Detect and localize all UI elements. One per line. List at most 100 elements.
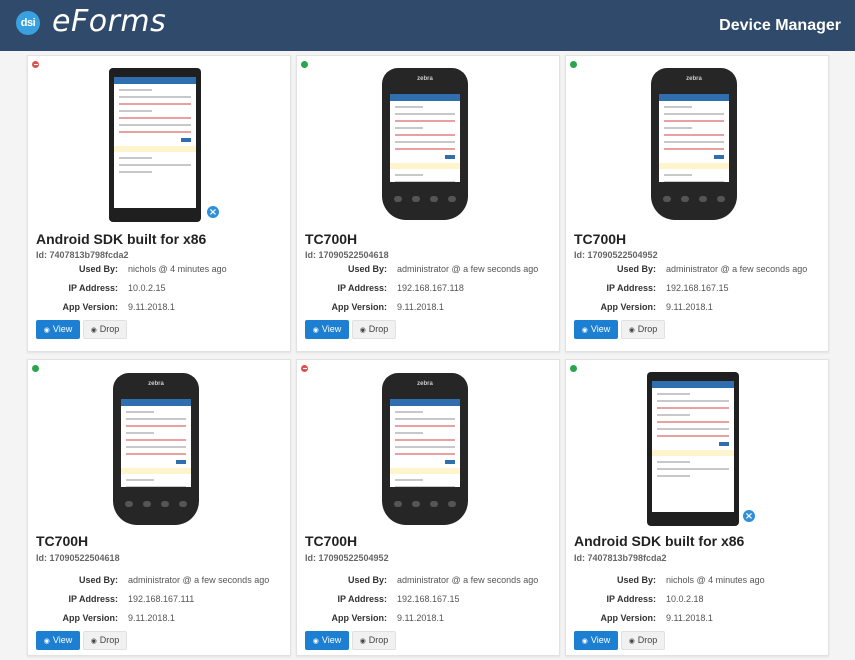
used-by-label: Used By: <box>347 575 387 585</box>
view-button[interactable]: ◉ View <box>36 631 80 650</box>
used-by-label: Used By: <box>78 575 118 585</box>
device-name: TC700H <box>574 231 627 247</box>
drop-button[interactable]: ◉ Drop <box>621 320 665 339</box>
used-by-row: Used By: administrator @ a few seconds ag… <box>566 264 807 274</box>
ip-address-label: IP Address: <box>337 594 387 604</box>
ip-address-row: IP Address: 10.0.2.15 <box>28 283 166 293</box>
view-button-label: View <box>52 635 73 645</box>
rugged-device-image: zebra <box>382 373 468 525</box>
eye-icon: ◉ <box>581 638 588 645</box>
rugged-device-image: zebra <box>113 373 199 525</box>
eye-icon: ◉ <box>90 638 97 645</box>
used-by-row: Used By: administrator @ a few seconds ag… <box>28 575 269 585</box>
ip-address-value: 10.0.2.18 <box>666 594 704 604</box>
ip-address-row: IP Address: 192.168.167.118 <box>297 283 464 293</box>
view-button-label: View <box>52 324 73 334</box>
app-version-value: 9.11.2018.1 <box>397 302 444 312</box>
view-button[interactable]: ◉ View <box>574 631 618 650</box>
eye-icon: ◉ <box>628 327 635 334</box>
ip-address-row: IP Address: 10.0.2.18 <box>566 594 704 604</box>
app-version-label: App Version: <box>62 613 118 623</box>
app-version-label: App Version: <box>331 613 387 623</box>
used-by-value: nichols @ 4 minutes ago <box>666 575 765 585</box>
view-button[interactable]: ◉ View <box>36 320 80 339</box>
device-name: TC700H <box>305 231 358 247</box>
device-card: zebra TC700H Id: 17090522504952 Used By: adm… <box>565 55 829 352</box>
device-name: Android SDK built for x86 <box>36 231 207 247</box>
app-version-label: App Version: <box>600 613 656 623</box>
used-by-value: administrator @ a few seconds ago <box>397 575 539 585</box>
drop-button-label: Drop <box>368 635 389 645</box>
page-title: Device Manager <box>719 17 841 34</box>
app-version-row: App Version: 9.11.2018.1 <box>297 302 444 312</box>
tablet-device-image <box>647 372 739 526</box>
drop-button-label: Drop <box>99 324 120 334</box>
used-by-row: Used By: administrator @ a few seconds ag… <box>297 575 538 585</box>
view-button[interactable]: ◉ View <box>305 320 349 339</box>
app-header: dsi eForms Device Manager <box>0 0 855 51</box>
eye-icon: ◉ <box>43 327 50 334</box>
drop-button[interactable]: ◉ Drop <box>83 631 127 650</box>
eye-icon: ◉ <box>312 638 319 645</box>
tablet-device-image <box>109 68 201 222</box>
used-by-label: Used By: <box>616 575 656 585</box>
ip-address-label: IP Address: <box>68 594 118 604</box>
ip-address-value: 192.168.167.118 <box>397 283 464 293</box>
device-name: TC700H <box>36 533 89 549</box>
app-version-label: App Version: <box>600 302 656 312</box>
used-by-label: Used By: <box>78 264 118 274</box>
drop-button[interactable]: ◉ Drop <box>83 320 127 339</box>
used-by-label: Used By: <box>616 264 656 274</box>
drop-button[interactable]: ◉ Drop <box>352 631 396 650</box>
device-id: Id: 17090522504618 <box>36 553 120 563</box>
app-version-row: App Version: 9.11.2018.1 <box>566 302 713 312</box>
rugged-device-image: zebra <box>382 68 468 220</box>
dsi-logo-icon: dsi <box>16 11 40 35</box>
ip-address-label: IP Address: <box>606 283 656 293</box>
device-name: TC700H <box>305 533 358 549</box>
status-indicator-icon <box>301 61 308 68</box>
used-by-value: administrator @ a few seconds ago <box>397 264 539 274</box>
view-button-label: View <box>590 324 611 334</box>
ip-address-label: IP Address: <box>606 594 656 604</box>
view-button-label: View <box>590 635 611 645</box>
drop-button[interactable]: ◉ Drop <box>352 320 396 339</box>
ip-address-row: IP Address: 192.168.167.111 <box>28 594 194 604</box>
app-version-value: 9.11.2018.1 <box>666 302 713 312</box>
used-by-value: nichols @ 4 minutes ago <box>128 264 227 274</box>
device-id: Id: 17090522504952 <box>305 553 389 563</box>
device-card: zebra TC700H Id: 17090522504618 Used By: adm… <box>27 359 291 656</box>
rugged-device-image: zebra <box>651 68 737 220</box>
view-button[interactable]: ◉ View <box>305 631 349 650</box>
used-by-label: Used By: <box>347 264 387 274</box>
drop-button-label: Drop <box>99 635 120 645</box>
view-button-label: View <box>321 635 342 645</box>
eye-icon: ◉ <box>43 638 50 645</box>
device-id: Id: 7407813b798fcda2 <box>36 250 129 260</box>
remove-device-icon[interactable]: × <box>742 509 756 523</box>
app-version-label: App Version: <box>62 302 118 312</box>
remove-device-icon[interactable]: × <box>206 205 220 219</box>
drop-button-label: Drop <box>637 635 658 645</box>
ip-address-value: 192.168.167.111 <box>128 594 195 604</box>
app-version-row: App Version: 9.11.2018.1 <box>297 613 444 623</box>
used-by-value: administrator @ a few seconds ago <box>128 575 270 585</box>
drop-button[interactable]: ◉ Drop <box>621 631 665 650</box>
eye-icon: ◉ <box>581 327 588 334</box>
app-version-value: 9.11.2018.1 <box>397 613 444 623</box>
used-by-value: administrator @ a few seconds ago <box>666 264 808 274</box>
status-indicator-icon <box>32 365 39 372</box>
ip-address-value: 10.0.2.15 <box>128 283 166 293</box>
app-version-value: 9.11.2018.1 <box>128 302 175 312</box>
ip-address-row: IP Address: 192.168.167.15 <box>566 283 728 293</box>
device-id: Id: 17090522504952 <box>574 250 658 260</box>
view-button[interactable]: ◉ View <box>574 320 618 339</box>
status-indicator-icon <box>570 365 577 372</box>
ip-address-value: 192.168.167.15 <box>397 594 460 604</box>
device-name: Android SDK built for x86 <box>574 533 745 549</box>
app-version-row: App Version: 9.11.2018.1 <box>566 613 712 623</box>
ip-address-label: IP Address: <box>68 283 118 293</box>
status-indicator-icon <box>32 61 39 68</box>
ip-address-label: IP Address: <box>337 283 387 293</box>
app-version-value: 9.11.2018.1 <box>128 613 175 623</box>
